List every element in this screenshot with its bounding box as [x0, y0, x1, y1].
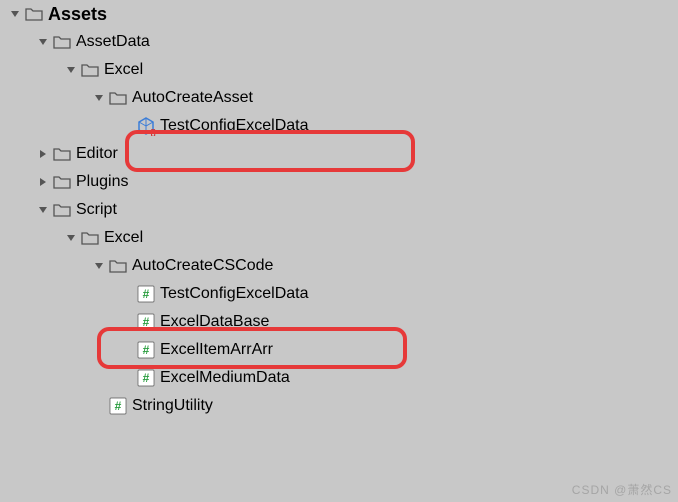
tree-label: ExcelItemArrArr [160, 341, 273, 359]
csharp-script-icon: # [136, 312, 156, 332]
tree-label: AutoCreateCSCode [132, 257, 273, 275]
folder-icon [80, 228, 100, 248]
scriptableobject-icon: {} [136, 116, 156, 136]
tree-label: Excel [104, 61, 143, 79]
svg-text:#: # [143, 287, 150, 301]
arrow-right-icon [36, 147, 50, 161]
tree-label: AutoCreateAsset [132, 89, 253, 107]
tree-label: TestConfigExcelData [160, 117, 309, 135]
tree-item-editor[interactable]: Editor [0, 140, 678, 168]
tree-item-excel-1[interactable]: Excel [0, 56, 678, 84]
csharp-script-icon: # [108, 396, 128, 416]
tree-label: Script [76, 201, 117, 219]
arrow-down-icon [36, 35, 50, 49]
tree-item-autocreatecscode[interactable]: AutoCreateCSCode [0, 252, 678, 280]
svg-text:#: # [143, 315, 150, 329]
folder-icon [80, 60, 100, 80]
csharp-script-icon: # [136, 368, 156, 388]
tree-label: ExcelMediumData [160, 369, 290, 387]
tree-label: Plugins [76, 173, 128, 191]
tree-item-plugins[interactable]: Plugins [0, 168, 678, 196]
tree-item-excelitemarrarr[interactable]: # ExcelItemArrArr [0, 336, 678, 364]
folder-icon [108, 256, 128, 276]
csharp-script-icon: # [136, 284, 156, 304]
tree-item-testconfig-cs[interactable]: # TestConfigExcelData [0, 280, 678, 308]
watermark: CSDN @萧然CS [572, 481, 672, 498]
tree-item-script[interactable]: Script [0, 196, 678, 224]
tree-item-exceldatabase[interactable]: # ExcelDataBase [0, 308, 678, 336]
arrow-down-icon [92, 91, 106, 105]
folder-icon [52, 32, 72, 52]
tree-label: Editor [76, 145, 118, 163]
tree-label: TestConfigExcelData [160, 285, 309, 303]
arrow-down-icon [8, 7, 22, 21]
tree-label: Excel [104, 229, 143, 247]
csharp-script-icon: # [136, 340, 156, 360]
arrow-down-icon [92, 259, 106, 273]
svg-text:#: # [143, 371, 150, 385]
tree-item-excel-2[interactable]: Excel [0, 224, 678, 252]
tree-label: StringUtility [132, 397, 213, 415]
svg-text:#: # [143, 343, 150, 357]
tree-item-assetdata[interactable]: AssetData [0, 28, 678, 56]
svg-text:#: # [115, 399, 122, 413]
arrow-down-icon [36, 203, 50, 217]
tree-item-excelmediumdata[interactable]: # ExcelMediumData [0, 364, 678, 392]
tree-item-autocreateasset[interactable]: AutoCreateAsset [0, 84, 678, 112]
arrow-right-icon [36, 175, 50, 189]
tree-item-testconfig-asset[interactable]: {} TestConfigExcelData [0, 112, 678, 140]
tree-label: AssetData [76, 33, 150, 51]
folder-icon [52, 172, 72, 192]
arrow-down-icon [64, 63, 78, 77]
folder-icon [52, 200, 72, 220]
tree-item-assets[interactable]: Assets [0, 0, 678, 28]
folder-icon [24, 4, 44, 24]
folder-icon [108, 88, 128, 108]
tree-label: Assets [48, 4, 107, 25]
tree-label: ExcelDataBase [160, 313, 269, 331]
folder-icon [52, 144, 72, 164]
tree-item-stringutility[interactable]: # StringUtility [0, 392, 678, 420]
arrow-down-icon [64, 231, 78, 245]
svg-text:{}: {} [150, 128, 156, 136]
